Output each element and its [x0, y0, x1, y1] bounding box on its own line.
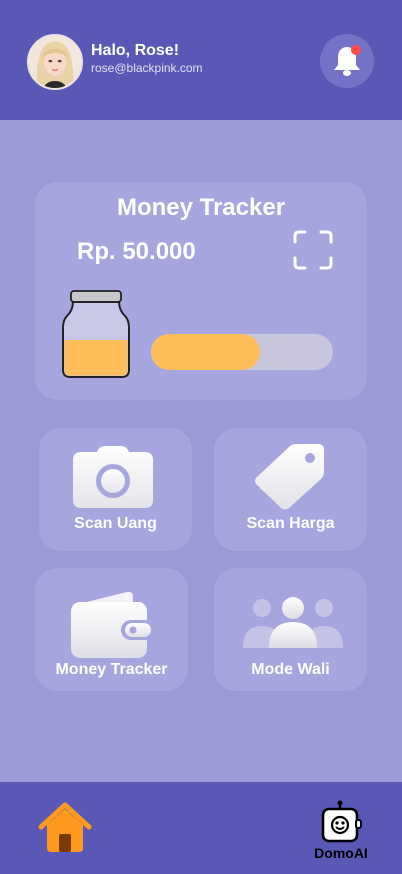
user-email: rose@blackpink.com [91, 61, 203, 75]
balance-amount: Rp. 50.000 [77, 238, 196, 265]
domo-ai-label: DomoAI [314, 845, 368, 861]
greeting-text: Halo, Rose! [91, 42, 180, 59]
tracker-title: Money Tracker [116, 194, 286, 221]
app-header: Halo, Rose! rose@blackpink.com [0, 0, 402, 120]
robot-icon [321, 800, 362, 843]
group-icon [243, 597, 343, 648]
domo-ai-button[interactable]: DomoAI [306, 800, 376, 864]
money-tracker-label: Money Tracker [55, 661, 168, 678]
avatar[interactable] [27, 34, 83, 90]
bottom-navigation: DomoAI [0, 782, 402, 874]
notification-button[interactable] [320, 34, 374, 88]
home-icon[interactable] [37, 802, 93, 854]
scan-uang-label: Scan Uang [74, 515, 157, 532]
mode-wali-button[interactable]: Mode Wali [214, 568, 367, 691]
scan-uang-button[interactable]: Scan Uang [39, 428, 192, 551]
scan-harga-button[interactable]: Scan Harga [214, 428, 367, 551]
notification-badge [351, 45, 361, 55]
avatar-image [29, 36, 81, 88]
savings-progress-bar [151, 334, 333, 370]
price-tag-icon [255, 444, 324, 510]
money-tracker-button[interactable]: Money Tracker [35, 568, 188, 691]
savings-progress-fill [151, 334, 261, 370]
bell-icon [334, 45, 361, 76]
mode-wali-label: Mode Wali [251, 661, 330, 678]
wallet-icon [71, 591, 155, 658]
scan-frame-icon[interactable] [293, 230, 333, 270]
money-tracker-card[interactable]: Money Tracker Rp. 50.000 [35, 182, 367, 400]
savings-jar-icon [62, 290, 130, 378]
scan-harga-label: Scan Harga [246, 515, 335, 532]
camera-icon [73, 446, 153, 508]
